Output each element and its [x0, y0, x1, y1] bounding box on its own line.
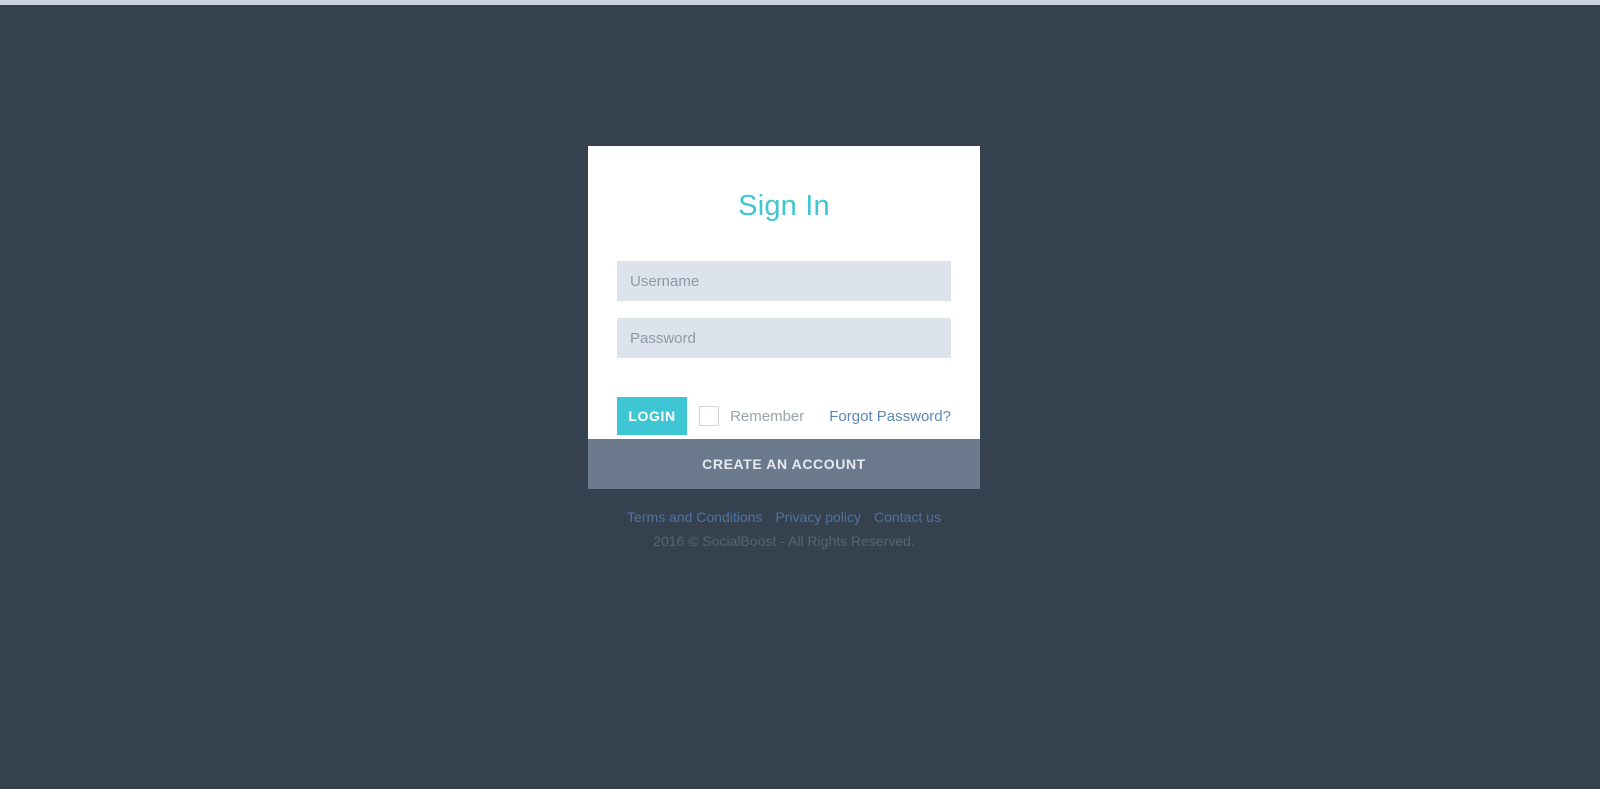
footer: Terms and Conditions Privacy policy Cont… [588, 489, 980, 549]
remember-label: Remember [730, 407, 805, 425]
footer-link-terms[interactable]: Terms and Conditions [627, 509, 762, 525]
footer-link-contact[interactable]: Contact us [874, 509, 941, 525]
remember-me-control[interactable]: Remember [699, 406, 804, 426]
sign-in-card: Sign In LOGIN Remember Forgot Password? [588, 146, 980, 439]
username-input[interactable] [617, 261, 951, 301]
login-page: Sign In LOGIN Remember Forgot Password? … [0, 0, 1600, 789]
forgot-password-link[interactable]: Forgot Password? [829, 408, 951, 425]
create-account-button[interactable]: CREATE AN ACCOUNT [588, 439, 980, 489]
footer-links: Terms and Conditions Privacy policy Cont… [588, 509, 980, 525]
footer-link-privacy[interactable]: Privacy policy [775, 509, 861, 525]
page-title: Sign In [738, 190, 830, 222]
password-input[interactable] [617, 318, 951, 358]
copyright-text: 2016 © SocialBoost - All Rights Reserved… [653, 533, 915, 549]
action-row: LOGIN Remember Forgot Password? [617, 397, 951, 435]
login-container: Sign In LOGIN Remember Forgot Password? … [588, 146, 980, 549]
login-button[interactable]: LOGIN [617, 397, 688, 435]
remember-checkbox[interactable] [699, 406, 720, 426]
